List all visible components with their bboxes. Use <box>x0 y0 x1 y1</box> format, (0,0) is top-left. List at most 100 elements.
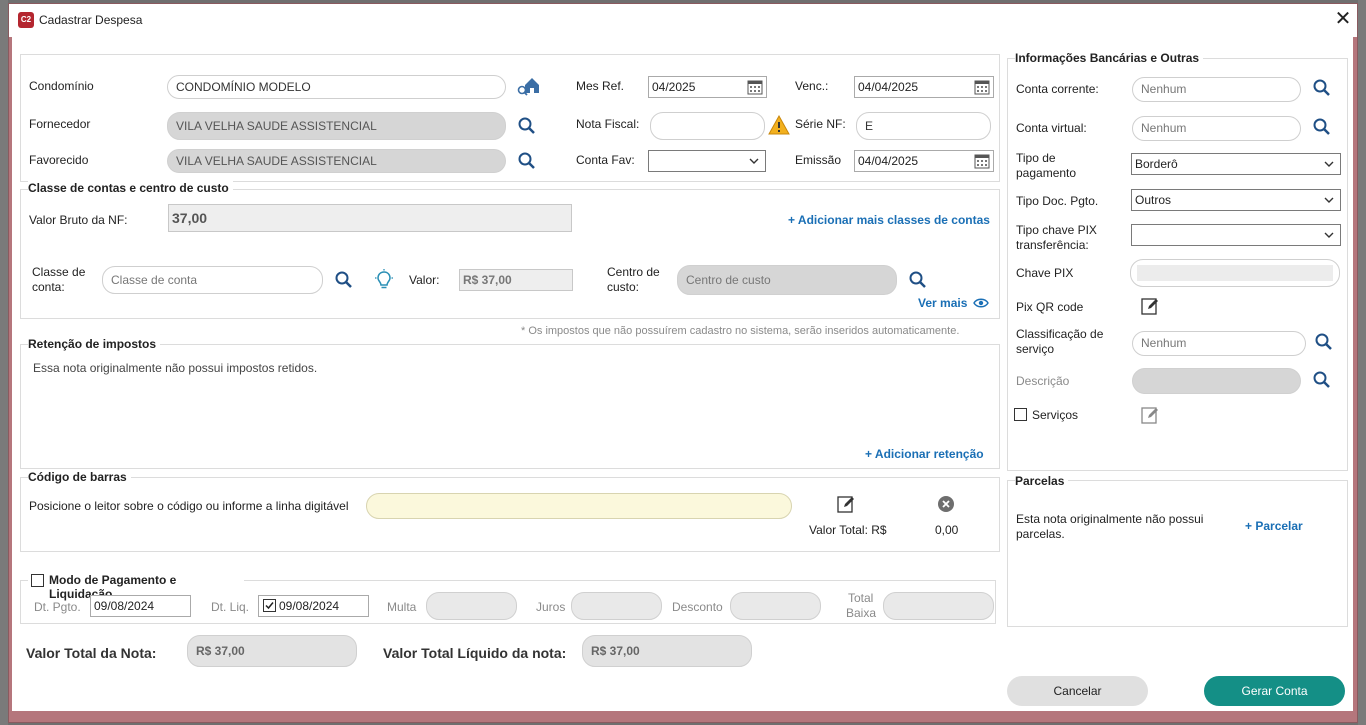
emissao-label: Emissão <box>795 153 842 167</box>
conta-corrente-field[interactable]: Nenhum <box>1132 77 1301 102</box>
valor-bruto-field[interactable]: 37,00 <box>168 204 572 232</box>
descricao-search-icon[interactable] <box>1312 370 1334 392</box>
gerar-conta-button[interactable]: Gerar Conta <box>1204 676 1345 706</box>
tipo-pagamento-label-2: pagamento <box>1016 166 1077 180</box>
conta-virtual-field[interactable]: Nenhum <box>1132 116 1301 141</box>
classe-conta-label-1: Classe de <box>32 265 86 279</box>
conta-virtual-label: Conta virtual: <box>1016 121 1087 135</box>
fornecedor-field[interactable]: VILA VELHA SAUDE ASSISTENCIAL <box>167 112 506 140</box>
conta-corrente-label: Conta corrente: <box>1016 82 1099 96</box>
parcelar-link[interactable]: + Parcelar <box>1245 519 1303 533</box>
valor-total-barcode-value: 0,00 <box>935 523 959 537</box>
close-button[interactable]: ✕ <box>1331 8 1355 32</box>
classe-conta-field[interactable]: Classe de conta <box>102 266 323 294</box>
cancel-button[interactable]: Cancelar <box>1007 676 1148 706</box>
pagamento-checkbox[interactable] <box>31 574 44 587</box>
pix-qr-label: Pix QR code <box>1016 300 1084 314</box>
juros-field[interactable] <box>571 592 662 620</box>
dialog-content: Condomínio CONDOMÍNIO MODELO Fornecedor … <box>12 37 1353 711</box>
tipo-doc-select[interactable]: Outros <box>1131 189 1341 211</box>
dt-liq-value: 09/08/2024 <box>279 599 340 613</box>
servicos-label: Serviços <box>1032 408 1079 422</box>
multa-field[interactable] <box>426 592 517 620</box>
centro-custo-field[interactable]: Centro de custo <box>677 265 897 295</box>
barcode-input[interactable] <box>366 493 792 519</box>
desconto-field[interactable] <box>730 592 821 620</box>
add-retencao-link[interactable]: + Adicionar retenção <box>865 447 984 461</box>
multa-label: Multa <box>387 600 417 614</box>
desconto-label: Desconto <box>672 600 723 614</box>
classificacao-field[interactable]: Nenhum <box>1132 331 1306 356</box>
conta-virtual-search-icon[interactable] <box>1312 117 1334 139</box>
valor-liquido-field[interactable]: R$ 37,00 <box>582 635 752 667</box>
dt-pgto-label: Dt. Pgto. <box>34 600 81 614</box>
calendar-icon[interactable] <box>974 153 990 169</box>
serie-nf-label: Série NF: <box>795 117 846 131</box>
valor-total-barcode-label: Valor Total: R$ <box>809 523 887 537</box>
chevron-down-icon <box>1324 161 1334 167</box>
barcode-label: Posicione o leitor sobre o código ou inf… <box>29 499 349 513</box>
chave-pix-label: Chave PIX <box>1016 266 1074 280</box>
nota-fiscal-field[interactable] <box>650 112 765 140</box>
eye-icon[interactable] <box>973 297 989 309</box>
edit-icon[interactable] <box>836 494 858 516</box>
emissao-field[interactable]: 04/04/2025 <box>854 150 994 172</box>
parcelas-text-1: Esta nota originalmente não possui <box>1016 512 1204 526</box>
ver-mais-link[interactable]: Ver mais <box>918 296 967 310</box>
dt-liq-label: Dt. Liq. <box>211 600 250 614</box>
total-baixa-label-2: Baixa <box>846 606 877 620</box>
valor-total-nota-field[interactable]: R$ 37,00 <box>187 635 357 667</box>
calendar-icon[interactable] <box>747 79 763 95</box>
background-right <box>1358 0 1366 725</box>
condominio-label: Condomínio <box>29 79 94 93</box>
valor-field[interactable]: R$ 37,00 <box>459 269 573 291</box>
tipo-pix-select[interactable] <box>1131 224 1341 246</box>
dt-pgto-field[interactable]: 09/08/2024 <box>90 595 191 617</box>
classe-conta-search-icon[interactable] <box>334 270 356 292</box>
fornecedor-search-icon[interactable] <box>517 116 539 138</box>
serie-nf-field[interactable]: E <box>856 112 991 140</box>
venc-label: Venc.: <box>795 79 829 93</box>
conta-fav-label: Conta Fav: <box>576 153 635 167</box>
title-bar: C2 Cadastrar Despesa ✕ <box>9 4 1357 37</box>
condominio-field[interactable]: CONDOMÍNIO MODELO <box>167 75 506 99</box>
classificacao-search-icon[interactable] <box>1314 332 1336 354</box>
lightbulb-icon[interactable] <box>374 269 396 291</box>
favorecido-field[interactable]: VILA VELHA SAUDE ASSISTENCIAL <box>167 149 506 173</box>
calendar-icon[interactable] <box>974 79 990 95</box>
venc-value: 04/04/2025 <box>858 80 919 94</box>
emissao-value: 04/04/2025 <box>858 154 919 168</box>
classe-conta-label-2: conta: <box>32 280 65 294</box>
background-left <box>0 0 8 725</box>
clear-icon[interactable] <box>937 495 959 517</box>
dt-liq-field[interactable]: 09/08/2024 <box>258 595 369 617</box>
conta-corrente-search-icon[interactable] <box>1312 78 1334 100</box>
dt-liq-checkbox[interactable] <box>263 599 276 612</box>
tipo-pagamento-select[interactable]: Borderô <box>1131 153 1341 175</box>
chevron-down-icon <box>1324 232 1334 238</box>
tipo-doc-value: Outros <box>1135 193 1172 207</box>
juros-label: Juros <box>536 600 566 614</box>
descricao-label: Descrição <box>1016 374 1070 388</box>
centro-custo-label-1: Centro de <box>607 265 660 279</box>
classes-section-title: Classe de contas e centro de custo <box>28 181 233 195</box>
servicos-edit-icon[interactable] <box>1140 405 1162 427</box>
conta-fav-select[interactable] <box>648 150 766 172</box>
pix-qr-edit-icon[interactable] <box>1140 296 1162 318</box>
favorecido-search-icon[interactable] <box>517 151 539 173</box>
servicos-checkbox[interactable] <box>1014 408 1027 421</box>
warning-icon <box>768 114 790 135</box>
condominio-search-home-icon[interactable] <box>516 75 542 97</box>
add-classes-link[interactable]: + Adicionar mais classes de contas <box>788 213 990 227</box>
mes-ref-field[interactable]: 04/2025 <box>648 76 767 98</box>
chave-pix-inner <box>1137 265 1333 281</box>
tipo-pix-label-1: Tipo chave PIX <box>1016 223 1097 237</box>
descricao-field[interactable] <box>1132 368 1301 394</box>
venc-field[interactable]: 04/04/2025 <box>854 76 994 98</box>
chave-pix-field[interactable] <box>1130 259 1340 287</box>
banco-section-title: Informações Bancárias e Outras <box>1015 51 1204 65</box>
impostos-note: * Os impostos que não possuírem cadastro… <box>521 325 960 337</box>
tipo-doc-label: Tipo Doc. Pgto. <box>1016 194 1099 208</box>
centro-custo-search-icon[interactable] <box>908 270 930 292</box>
total-baixa-field[interactable] <box>883 592 994 620</box>
